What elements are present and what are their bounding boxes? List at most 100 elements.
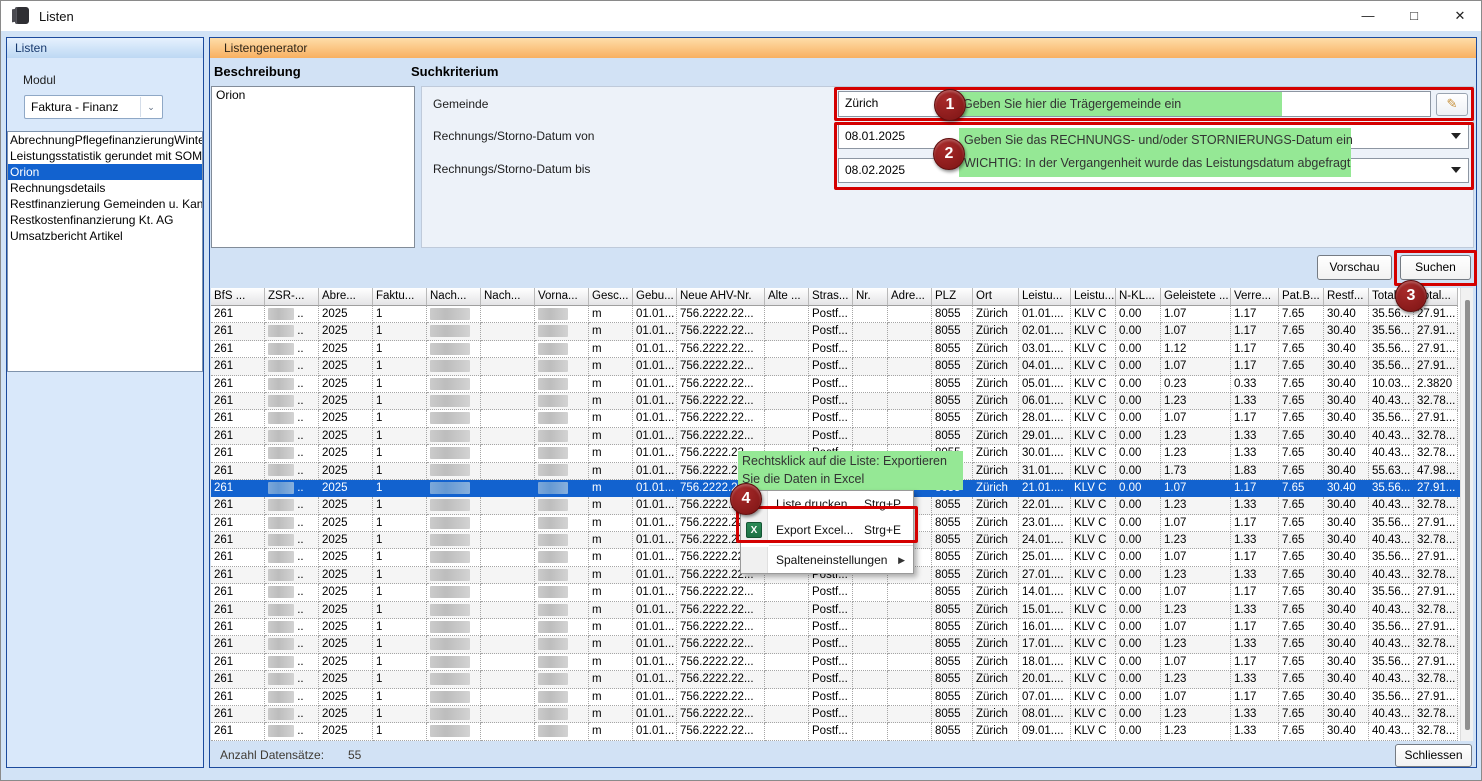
table-cell: 7.65 bbox=[1279, 689, 1324, 706]
column-header[interactable]: Gesc... bbox=[589, 288, 633, 306]
list-item[interactable]: Restfinanzierung Gemeinden u. Kanton bbox=[8, 196, 202, 212]
table-cell bbox=[427, 323, 481, 340]
column-header[interactable]: Neue AHV-Nr. bbox=[677, 288, 765, 306]
close-button[interactable]: ✕ bbox=[1439, 1, 1481, 31]
table-cell: 1 bbox=[373, 549, 427, 566]
table-cell: 1 bbox=[373, 358, 427, 375]
column-header[interactable]: Faktu... bbox=[373, 288, 427, 306]
table-cell: 2025 bbox=[319, 515, 373, 532]
table-cell: 261 bbox=[211, 636, 265, 653]
context-menu-item[interactable]: Spalteneinstellungen▶ bbox=[741, 547, 913, 573]
column-header[interactable]: Nach... bbox=[481, 288, 535, 306]
table-cell: Zürich bbox=[973, 602, 1019, 619]
table-cell: KLV C bbox=[1071, 671, 1116, 688]
maximize-button[interactable]: □ bbox=[1393, 1, 1435, 31]
column-header[interactable]: Adre... bbox=[888, 288, 932, 306]
redacted-value bbox=[268, 708, 294, 720]
column-header[interactable]: Leistu... bbox=[1071, 288, 1116, 306]
context-menu-item[interactable]: Liste drucken...Strg+P bbox=[741, 491, 913, 517]
table-cell bbox=[535, 584, 589, 601]
list-item[interactable]: Restkostenfinanzierung Kt. AG bbox=[8, 212, 202, 228]
table-row[interactable]: 261 ..20251m01.01...756.2222.22...Postf.… bbox=[211, 410, 1460, 427]
column-header[interactable]: Geleistete ... bbox=[1161, 288, 1231, 306]
table-row[interactable]: 261 ..20251m01.01...756.2222.22...Postf.… bbox=[211, 619, 1460, 636]
table-cell: .. bbox=[265, 445, 319, 462]
dropdown-arrow-icon[interactable] bbox=[1451, 133, 1461, 139]
table-row[interactable]: 261 ..20251m01.01...756.2222.22...Postf.… bbox=[211, 428, 1460, 445]
column-header[interactable]: Verre... bbox=[1231, 288, 1279, 306]
table-cell bbox=[535, 515, 589, 532]
table-cell: 01.01... bbox=[633, 341, 677, 358]
table-row[interactable]: 261 ..20251m01.01...756.2222.22...Postf.… bbox=[211, 393, 1460, 410]
column-header[interactable]: Vorna... bbox=[535, 288, 589, 306]
column-header[interactable]: Ort bbox=[973, 288, 1019, 306]
table-cell bbox=[535, 549, 589, 566]
table-row[interactable]: 261 ..20251m01.01...756.2222.22...Postf.… bbox=[211, 636, 1460, 653]
column-header[interactable]: Stras... bbox=[809, 288, 853, 306]
table-cell: 21.01.... bbox=[1019, 480, 1071, 497]
dropdown-arrow-icon[interactable] bbox=[1451, 167, 1461, 173]
list-item[interactable]: Orion bbox=[212, 87, 414, 103]
vorschau-button[interactable]: Vorschau bbox=[1317, 255, 1392, 280]
table-row[interactable]: 261 ..20251m01.01...756.2222.22...Postf.… bbox=[211, 671, 1460, 688]
table-row[interactable]: 261 ..20251m01.01...756.2222.22...Postf.… bbox=[211, 689, 1460, 706]
column-header[interactable]: PLZ bbox=[932, 288, 973, 306]
column-header[interactable]: Nr. bbox=[853, 288, 888, 306]
table-row[interactable]: 261 ..20251m01.01...756.2222.22...Postf.… bbox=[211, 723, 1460, 740]
table-cell: Zürich bbox=[973, 567, 1019, 584]
table-cell: 32.78... bbox=[1414, 723, 1458, 740]
table-row[interactable]: 261 ..20251m01.01...756.2222.22...Postf.… bbox=[211, 706, 1460, 723]
table-row[interactable]: 261 ..20251m01.01...756.2222.22...Postf.… bbox=[211, 376, 1460, 393]
sidebar-header: Listen bbox=[7, 38, 203, 58]
column-header[interactable]: Pat.B... bbox=[1279, 288, 1324, 306]
table-cell: KLV C bbox=[1071, 706, 1116, 723]
column-header[interactable]: BfS ... bbox=[211, 288, 265, 306]
scrollbar-thumb[interactable] bbox=[1465, 300, 1470, 730]
table-cell bbox=[765, 602, 809, 619]
table-cell bbox=[765, 619, 809, 636]
vertical-scrollbar[interactable] bbox=[1460, 288, 1473, 741]
table-row[interactable]: 261 ..20251m01.01...756.2222.22...Postf.… bbox=[211, 602, 1460, 619]
column-header[interactable]: Gebu... bbox=[633, 288, 677, 306]
table-cell: 40.43... bbox=[1369, 567, 1414, 584]
column-header[interactable]: N-KL... bbox=[1116, 288, 1161, 306]
table-cell: 1.17 bbox=[1231, 689, 1279, 706]
list-item[interactable]: Leistungsstatistik gerundet mit SOMED T bbox=[8, 148, 202, 164]
table-row[interactable]: 261 ..20251m01.01...756.2222.22...Postf.… bbox=[211, 584, 1460, 601]
table-row[interactable]: 261 ..20251m01.01...756.2222.22...Postf.… bbox=[211, 306, 1460, 323]
gemeinde-edit-button[interactable]: ✎ bbox=[1436, 93, 1468, 116]
table-cell: 261 bbox=[211, 532, 265, 549]
table-cell bbox=[853, 689, 888, 706]
column-header[interactable]: Nach... bbox=[427, 288, 481, 306]
table-row[interactable]: 261 ..20251m01.01...756.2222.22...Postf.… bbox=[211, 358, 1460, 375]
table-cell: 32.78... bbox=[1414, 602, 1458, 619]
table-cell bbox=[765, 428, 809, 445]
table-cell: Zürich bbox=[973, 306, 1019, 323]
table-cell: 261 bbox=[211, 549, 265, 566]
table-cell: 8055 bbox=[932, 393, 973, 410]
list-item[interactable]: AbrechnungPflegefinanzierungWinterthur bbox=[8, 132, 202, 148]
table-cell bbox=[427, 341, 481, 358]
list-item[interactable]: Umsatzbericht Artikel bbox=[8, 228, 202, 244]
suchen-button[interactable]: Suchen bbox=[1400, 255, 1471, 280]
table-cell: 1.07 bbox=[1161, 358, 1231, 375]
minimize-button[interactable]: — bbox=[1347, 1, 1389, 31]
schliessen-button[interactable]: Schliessen bbox=[1395, 744, 1472, 767]
column-header[interactable]: Restf... bbox=[1324, 288, 1369, 306]
list-item[interactable]: Rechnungsdetails bbox=[8, 180, 202, 196]
table-cell: 09.01.... bbox=[1019, 723, 1071, 740]
column-header[interactable]: Abre... bbox=[319, 288, 373, 306]
column-header[interactable]: ZSR-... bbox=[265, 288, 319, 306]
column-header[interactable]: Alte ... bbox=[765, 288, 809, 306]
table-cell bbox=[481, 410, 535, 427]
table-cell: 27.91... bbox=[1414, 549, 1458, 566]
table-row[interactable]: 261 ..20251m01.01...756.2222.22...Postf.… bbox=[211, 323, 1460, 340]
chevron-down-icon: ⌄ bbox=[140, 97, 161, 117]
table-row[interactable]: 261 ..20251m01.01...756.2222.22...Postf.… bbox=[211, 654, 1460, 671]
list-item[interactable]: Orion bbox=[8, 164, 202, 180]
table-cell: 7.65 bbox=[1279, 376, 1324, 393]
modul-dropdown[interactable]: Faktura - Finanz ⌄ bbox=[24, 95, 163, 119]
table-row[interactable]: 261 ..20251m01.01...756.2222.22...Postf.… bbox=[211, 341, 1460, 358]
context-menu-item[interactable]: XExport Excel...Strg+E bbox=[741, 517, 913, 543]
column-header[interactable]: Leistu... bbox=[1019, 288, 1071, 306]
